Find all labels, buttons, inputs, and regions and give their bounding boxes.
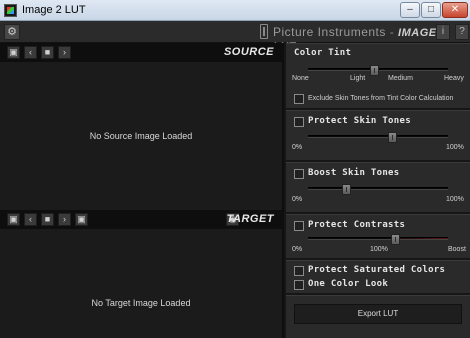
app-icon xyxy=(4,4,17,17)
export-lut-button[interactable]: Export LUT xyxy=(294,304,462,324)
tint-label-light: Light xyxy=(350,75,366,82)
protect-skin-max: 100% xyxy=(446,144,464,151)
protect-skin-slider-track[interactable] xyxy=(308,132,448,143)
target-empty-message: No Target Image Loaded xyxy=(91,298,191,308)
source-image-area[interactable]: No Source Image Loaded xyxy=(0,62,282,210)
protect-contrasts-mid: 100% xyxy=(370,246,388,253)
source-toolbar: ▣ ‹ ■ › SOURCE xyxy=(0,43,282,62)
protect-skin-min: 0% xyxy=(292,144,303,151)
protect-skin-section: Protect Skin Tones 0% 100% xyxy=(286,110,470,160)
export-section: Export LUT xyxy=(286,295,470,338)
protect-skin-title: Protect Skin Tones xyxy=(308,116,411,126)
target-image-icon[interactable]: ▣ xyxy=(7,213,20,226)
color-tint-slider-track[interactable] xyxy=(308,65,448,76)
protect-saturated-label: Protect Saturated Colors xyxy=(308,265,446,275)
boost-skin-min: 0% xyxy=(292,196,303,203)
minimize-button[interactable]: – xyxy=(400,2,420,18)
source-label: SOURCE xyxy=(223,46,274,58)
protect-skin-slider-handle[interactable] xyxy=(388,132,397,143)
color-tint-title: Color Tint xyxy=(294,48,352,58)
target-next-button[interactable]: › xyxy=(58,213,71,226)
brand-name: Picture Instruments xyxy=(273,25,386,39)
boost-skin-slider-handle[interactable] xyxy=(341,184,351,195)
color-tint-slider-handle[interactable] xyxy=(369,65,379,76)
exclude-skin-checkbox[interactable] xyxy=(294,94,304,104)
boost-skin-checkbox[interactable] xyxy=(294,169,304,179)
source-next-button[interactable]: › xyxy=(58,46,71,59)
exclude-skin-label: Exclude Skin Tones from Tint Color Calcu… xyxy=(308,95,454,102)
protect-contrasts-min: 0% xyxy=(292,246,303,253)
color-tint-section: Color Tint None Light Medium Heavy Exclu… xyxy=(286,43,470,108)
target-open-folder-icon[interactable]: ■ xyxy=(41,213,54,226)
boost-skin-max: 100% xyxy=(446,196,464,203)
protect-contrasts-section: Protect Contrasts 0% 100% Boost xyxy=(286,214,470,258)
settings-gear-icon[interactable]: ⚙ xyxy=(4,24,20,40)
source-prev-button[interactable]: ‹ xyxy=(24,46,37,59)
source-empty-message: No Source Image Loaded xyxy=(89,131,193,141)
app-header: ⚙ Picture Instruments - IMAGE 2 LUT i ? xyxy=(0,21,470,53)
protect-contrasts-title: Protect Contrasts xyxy=(308,220,406,230)
target-label: TARGET xyxy=(226,213,274,225)
control-panel: Color Tint None Light Medium Heavy Exclu… xyxy=(284,43,470,338)
tint-label-heavy: Heavy xyxy=(444,75,464,82)
help-button[interactable]: ? xyxy=(455,24,469,40)
protect-saturated-checkbox[interactable] xyxy=(294,266,304,276)
protect-contrasts-slider-track[interactable] xyxy=(308,234,448,245)
boost-skin-slider-track[interactable] xyxy=(308,184,448,195)
close-button[interactable]: ✕ xyxy=(442,2,468,18)
tint-label-medium: Medium xyxy=(388,75,413,82)
one-color-look-label: One Color Look xyxy=(308,279,389,289)
options-section: Protect Saturated Colors One Color Look xyxy=(286,260,470,293)
maximize-button[interactable]: □ xyxy=(421,2,441,18)
one-color-look-checkbox[interactable] xyxy=(294,280,304,290)
protect-contrasts-max: Boost xyxy=(448,246,466,253)
target-image-area[interactable]: No Target Image Loaded xyxy=(0,229,282,338)
protect-contrasts-slider-handle[interactable] xyxy=(390,234,400,245)
boost-skin-section: Boost Skin Tones 0% 100% xyxy=(286,162,470,212)
target-toolbar: ▣ ‹ ■ › ▣ ◉ TARGET xyxy=(0,210,282,229)
target-compare-icon[interactable]: ▣ xyxy=(75,213,88,226)
protect-contrasts-checkbox[interactable] xyxy=(294,221,304,231)
source-open-folder-icon[interactable]: ■ xyxy=(41,46,54,59)
protect-skin-checkbox[interactable] xyxy=(294,117,304,127)
brand-separator: - xyxy=(385,25,399,39)
window-titlebar: Image 2 LUT – □ ✕ xyxy=(0,0,470,21)
boost-skin-title: Boost Skin Tones xyxy=(308,168,400,178)
tint-label-none: None xyxy=(292,75,309,82)
target-prev-button[interactable]: ‹ xyxy=(24,213,37,226)
source-image-icon[interactable]: ▣ xyxy=(7,46,20,59)
info-button[interactable]: i xyxy=(436,24,450,40)
window-title: Image 2 LUT xyxy=(22,4,86,16)
brand-logo-icon xyxy=(260,24,268,39)
